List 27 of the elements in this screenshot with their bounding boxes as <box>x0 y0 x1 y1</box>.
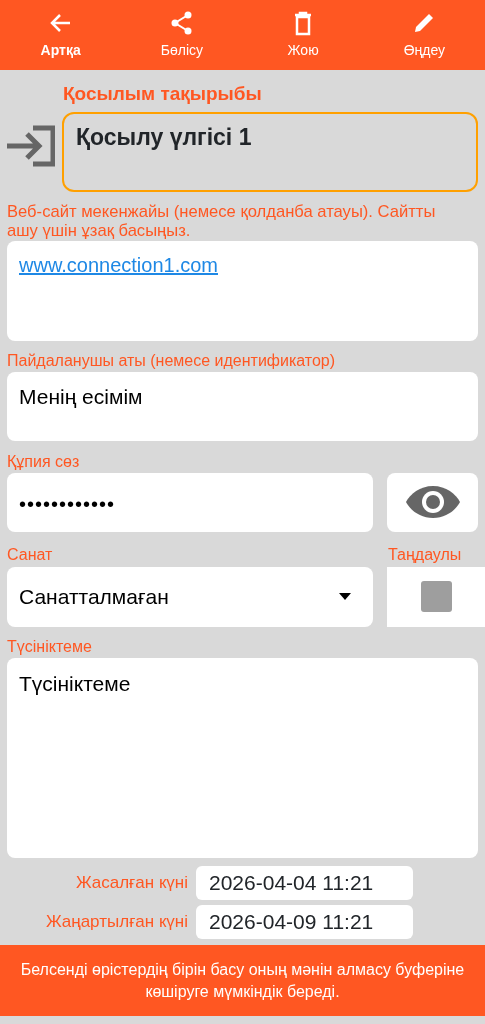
toolbar-button[interactable]: Артқа <box>0 0 122 70</box>
field-label: Веб-сайт мекенжайы (немесе қолданба атауы). Сайтты ашу үшін ұзақ басыңыз. <box>6 201 437 242</box>
date-label: Жаңартылған күні <box>44 911 188 934</box>
field-label: Қосылым тақырыбы <box>63 82 263 106</box>
url-field[interactable]: www.connection1.com <box>7 241 478 342</box>
hint-text: Белсенді өрістердің бірін басу оның мәнін алмасу буферіне көшіруге мүмкіндік береді. <box>19 959 466 1002</box>
toolbar-button[interactable]: Жою <box>242 0 364 70</box>
toolbar-button[interactable]: Өңдеу <box>363 0 485 70</box>
show-password-button[interactable] <box>387 472 478 532</box>
dropdown-caret-icon <box>339 593 351 601</box>
field-label: Құпия сөз <box>6 451 81 471</box>
field-label: Түсініктеме <box>6 636 93 657</box>
field-label: Пайдаланушы аты (немесе идентификатор) <box>6 351 337 371</box>
date-label: Жасалған күні <box>74 872 188 895</box>
comment-field[interactable]: Түсініктеме <box>7 658 478 859</box>
toolbar-button[interactable]: Бөлісу <box>121 0 243 70</box>
password-field[interactable]: •••••••••••• <box>7 472 373 532</box>
url-link[interactable]: www.connection1.com <box>19 254 218 277</box>
title-field[interactable]: Қосылу үлгісі 1 <box>62 111 478 192</box>
eye-icon <box>403 484 462 521</box>
field-label: Санат <box>6 544 54 564</box>
date-value: 2026-04-04 11:21 <box>196 866 413 901</box>
field-label: Таңдаулы <box>388 544 462 564</box>
favorite-checkbox[interactable] <box>420 581 452 613</box>
date-value: 2026-04-09 11:21 <box>196 905 413 940</box>
category-dropdown[interactable]: Санатталмаған <box>7 566 373 627</box>
username-field[interactable]: Менің есімім <box>7 371 478 441</box>
